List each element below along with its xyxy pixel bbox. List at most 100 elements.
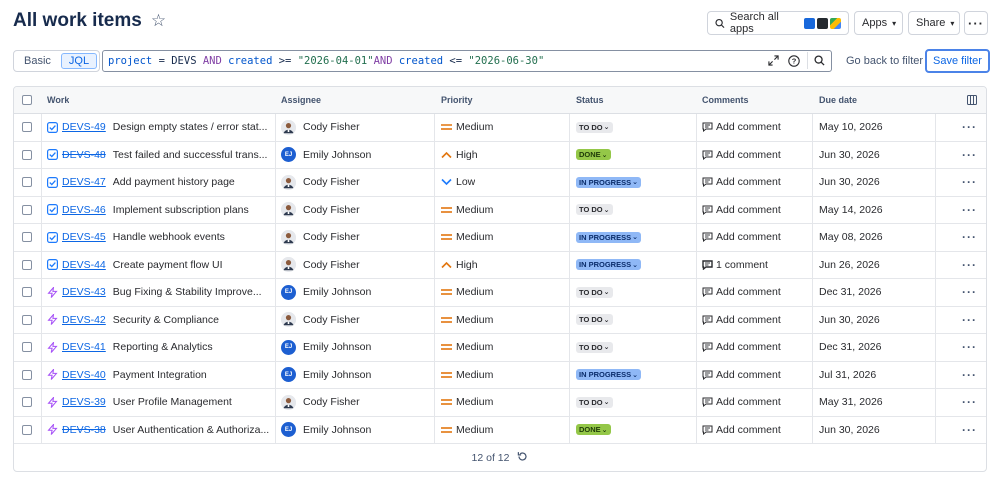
comment-button[interactable]: Add comment [702,121,781,133]
row-checkbox[interactable] [22,149,32,160]
work-item-summary[interactable]: Payment Integration [113,369,207,381]
priority-cell[interactable]: Medium [440,417,493,444]
due-date-cell[interactable]: Dec 31, 2026 [819,279,881,306]
work-item-key[interactable]: DEVS-45 [62,231,106,243]
search-all-apps-button[interactable]: Search all apps [707,11,849,35]
table-row[interactable]: DEVS-41 Reporting & Analytics EJ Emily J… [14,334,986,362]
due-date-cell[interactable]: Jun 30, 2026 [819,169,880,196]
work-item-summary[interactable]: Reporting & Analytics [113,341,213,353]
share-button[interactable]: Share ▾ [908,11,960,35]
priority-cell[interactable]: Medium [440,114,493,141]
assignee-cell[interactable]: EJ Emily Johnson [281,334,371,361]
assignee-cell[interactable]: Cody Fisher [281,252,360,279]
row-checkbox[interactable] [22,287,32,298]
comment-button[interactable]: Add comment [702,424,781,436]
work-item-key[interactable]: DEVS-49 [62,121,106,133]
priority-cell[interactable]: Medium [440,224,493,251]
due-date-cell[interactable]: Jun 26, 2026 [819,252,880,279]
more-icon[interactable]: ··· [962,230,977,244]
work-item-summary[interactable]: Handle webhook events [113,231,225,243]
status-badge[interactable]: TO DO ⌄ [576,314,613,326]
work-item-summary[interactable]: User Profile Management [113,396,232,408]
work-item-summary[interactable]: Design empty states / error stat... [113,121,268,133]
work-item-summary[interactable]: Implement subscription plans [113,204,249,216]
column-header-comments[interactable]: Comments [702,87,749,113]
column-header-priority[interactable]: Priority [441,87,473,113]
due-date-cell[interactable]: Jun 30, 2026 [819,142,880,169]
more-icon[interactable]: ··· [962,258,977,272]
jql-input[interactable]: project = DEVS AND created >= "2026-04-0… [102,50,832,72]
status-badge[interactable]: IN PROGRESS ⌄ [576,231,641,243]
table-row[interactable]: DEVS-47 Add payment history page Cody Fi… [14,169,986,197]
row-checkbox[interactable] [22,314,32,325]
more-icon[interactable]: ··· [962,340,977,354]
work-item-summary[interactable]: Test failed and successful trans... [113,149,268,161]
assignee-cell[interactable]: Cody Fisher [281,307,360,334]
column-header-status[interactable]: Status [576,87,604,113]
more-icon[interactable]: ··· [962,148,977,162]
priority-cell[interactable]: Medium [440,334,493,361]
status-badge[interactable]: IN PROGRESS ⌄ [576,176,641,188]
table-row[interactable]: DEVS-42 Security & Compliance Cody Fishe… [14,307,986,334]
work-item-summary[interactable]: Add payment history page [113,176,235,188]
comment-button[interactable]: 1 comment [702,259,768,271]
more-icon[interactable]: ··· [962,203,977,217]
due-date-cell[interactable]: May 08, 2026 [819,224,883,251]
more-icon[interactable]: ··· [962,175,977,189]
work-item-key[interactable]: DEVS-42 [62,314,106,326]
assignee-cell[interactable]: Cody Fisher [281,197,360,224]
due-date-cell[interactable]: Jun 30, 2026 [819,307,880,334]
expand-icon[interactable] [765,52,781,69]
assignee-cell[interactable]: EJ Emily Johnson [281,417,371,444]
comment-button[interactable]: Add comment [702,341,781,353]
status-badge[interactable]: IN PROGRESS ⌄ [576,369,641,381]
comment-button[interactable]: Add comment [702,176,781,188]
status-badge[interactable]: TO DO ⌄ [576,204,613,216]
due-date-cell[interactable]: Jun 30, 2026 [819,417,880,444]
work-item-key[interactable]: DEVS-43 [62,286,106,298]
work-item-summary[interactable]: User Authentication & Authoriza... [113,424,269,436]
comment-button[interactable]: Add comment [702,231,781,243]
work-item-key[interactable]: DEVS-39 [62,396,106,408]
assignee-cell[interactable]: Cody Fisher [281,224,360,251]
assignee-cell[interactable]: Cody Fisher [281,169,360,196]
column-header-due-date[interactable]: Due date [819,87,857,113]
column-picker-icon[interactable] [967,87,977,113]
table-row[interactable]: DEVS-44 Create payment flow UI Cody Fish… [14,252,986,279]
status-badge[interactable]: TO DO ⌄ [576,121,613,133]
help-icon[interactable]: ? [786,52,802,69]
table-row[interactable]: DEVS-39 User Profile Management Cody Fis… [14,389,986,417]
work-item-key[interactable]: DEVS-48 [62,149,106,161]
row-checkbox[interactable] [22,424,32,435]
status-badge[interactable]: TO DO ⌄ [576,396,613,408]
row-checkbox[interactable] [22,397,32,408]
more-icon[interactable]: ··· [962,120,977,134]
comment-button[interactable]: Add comment [702,396,781,408]
row-checkbox[interactable] [22,122,32,133]
work-item-key[interactable]: DEVS-41 [62,341,106,353]
table-row[interactable]: DEVS-43 Bug Fixing & Stability Improve..… [14,279,986,307]
select-all-checkbox[interactable] [22,95,32,105]
assignee-cell[interactable]: Cody Fisher [281,114,360,141]
table-row[interactable]: DEVS-49 Design empty states / error stat… [14,114,986,142]
assignee-cell[interactable]: EJ Emily Johnson [281,142,371,169]
status-badge[interactable]: DONE ⌄ [576,424,611,436]
status-badge[interactable]: TO DO ⌄ [576,286,613,298]
assignee-cell[interactable]: Cody Fisher [281,389,360,416]
more-icon[interactable]: ··· [962,285,977,299]
assignee-cell[interactable]: EJ Emily Johnson [281,279,371,306]
work-item-key[interactable]: DEVS-38 [62,424,106,436]
row-checkbox[interactable] [22,232,32,243]
more-icon[interactable]: ··· [962,423,977,437]
due-date-cell[interactable]: Jul 31, 2026 [819,362,876,389]
priority-cell[interactable]: Low [440,169,475,196]
due-date-cell[interactable]: May 14, 2026 [819,197,883,224]
column-header-assignee[interactable]: Assignee [281,87,321,113]
more-actions-button[interactable]: ··· [964,11,988,35]
due-date-cell[interactable]: May 31, 2026 [819,389,883,416]
row-checkbox[interactable] [22,369,32,380]
priority-cell[interactable]: Medium [440,197,493,224]
priority-cell[interactable]: High [440,142,478,169]
work-item-summary[interactable]: Security & Compliance [113,314,219,326]
mode-basic[interactable]: Basic [16,53,59,69]
